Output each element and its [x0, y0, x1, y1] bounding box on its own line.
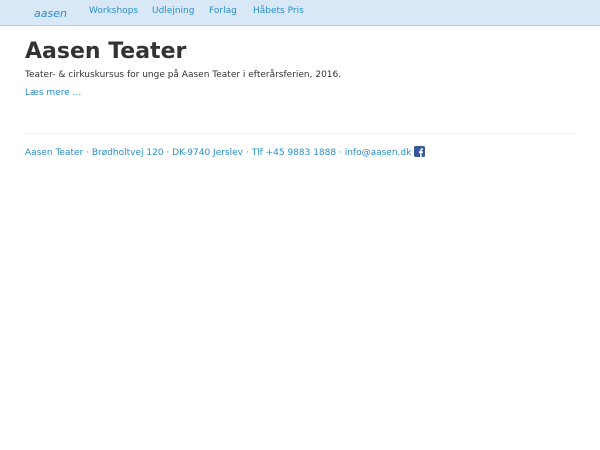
- aasen-logo[interactable]: aasen: [33, 4, 69, 22]
- page-title: Aasen Teater: [25, 39, 187, 64]
- top-navbar: aasen Workshops Udlejning Forlag Håbets …: [0, 0, 600, 26]
- facebook-icon[interactable]: [414, 146, 426, 157]
- footer-text[interactable]: Aasen Teater · Brødholtvej 120 · DK-9740…: [25, 148, 411, 158]
- divider: [25, 133, 576, 134]
- read-more-link[interactable]: Læs mere ...: [25, 87, 81, 99]
- footer-contact: Aasen Teater · Brødholtvej 120 · DK-9740…: [25, 146, 426, 160]
- svg-text:aasen: aasen: [34, 7, 67, 20]
- nav-item-forlag[interactable]: Forlag: [209, 6, 237, 17]
- nav-item-udlejning[interactable]: Udlejning: [152, 6, 194, 17]
- intro-text: Teater- & cirkuskursus for unge på Aasen…: [25, 70, 342, 80]
- nav-item-habets-pris[interactable]: Håbets Pris: [253, 6, 304, 17]
- nav-item-workshops[interactable]: Workshops: [89, 6, 138, 17]
